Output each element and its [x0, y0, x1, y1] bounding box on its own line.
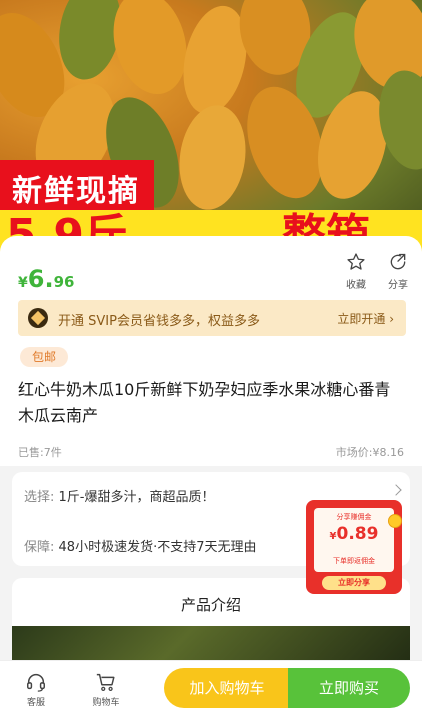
share-icon: [390, 253, 406, 270]
sold-count: 已售:7件: [18, 446, 62, 459]
share-now-button[interactable]: 立即分享: [322, 576, 386, 590]
spec-select-row[interactable]: 选择: 1斤-爆甜多汁，商超品质！: [24, 486, 215, 505]
service-label: 客服: [26, 698, 45, 708]
diamond-icon: [28, 308, 48, 328]
chevron-right-icon[interactable]: [390, 484, 402, 496]
service-tab[interactable]: 客服: [14, 671, 58, 708]
cart-tab[interactable]: 购物车: [84, 671, 128, 708]
share-price-symbol: ¥: [329, 531, 337, 542]
cart-icon: [96, 673, 115, 691]
favorite-label: 收藏: [346, 280, 366, 291]
free-shipping-badge: 包邮: [20, 347, 69, 367]
spec-select-value: 1斤-爆甜多汁，商超品质！: [58, 490, 215, 505]
guarantee-row[interactable]: 保障: 48小时极速发货·不支持7天无理由: [24, 536, 256, 555]
svip-open-link[interactable]: 立即开通 ›: [337, 310, 394, 327]
share-price-value: 0.89: [336, 524, 379, 544]
star-icon: [347, 253, 365, 270]
share-commission-popup[interactable]: 分享赚佣金 ¥0.89 下单即返佣金 立即分享: [306, 500, 402, 594]
market-price: 市场价:¥8.16: [335, 446, 404, 459]
guarantee-label: 保障:: [24, 540, 55, 555]
product-title: 红心牛奶木瓜10斤新鲜下奶孕妇应季水果冰糖心番青木瓜云南产: [18, 380, 391, 425]
share-button[interactable]: 分享: [378, 252, 418, 291]
product-hero-image: 新鲜现摘 5.9斤 整箱: [0, 0, 422, 262]
svip-banner[interactable]: 开通 SVIP会员省钱多多，权益多多 立即开通 ›: [18, 300, 406, 336]
cart-label: 购物车: [92, 698, 120, 708]
coin-icon: [388, 514, 402, 528]
product-price: ¥6.96: [18, 265, 74, 293]
hero-tag: 新鲜现摘: [0, 160, 154, 216]
share-price: ¥0.89: [314, 524, 394, 544]
svip-text: 开通 SVIP会员省钱多多，权益多多: [58, 314, 260, 329]
favorite-button[interactable]: 收藏: [336, 252, 376, 291]
buy-now-button[interactable]: 立即购买: [288, 668, 410, 708]
add-to-cart-button[interactable]: 加入购物车: [164, 668, 290, 708]
share-top-text: 分享赚佣金: [336, 513, 372, 521]
share-sub-text: 下单即返佣金: [333, 557, 375, 565]
intro-title: 产品介绍: [180, 596, 241, 614]
share-label: 分享: [388, 280, 408, 291]
headset-icon: [27, 674, 45, 692]
spec-select-label: 选择:: [24, 490, 55, 505]
price-integer: 6.: [27, 265, 54, 293]
share-card: 分享赚佣金 ¥0.89 下单即返佣金: [314, 508, 394, 572]
price-decimal: 96: [53, 273, 75, 291]
bottom-action-bar: 客服 购物车 加入购物车 立即购买: [0, 660, 422, 711]
price-symbol: ¥: [18, 275, 28, 291]
guarantee-value: 48小时极速发货·不支持7天无理由: [58, 540, 257, 555]
